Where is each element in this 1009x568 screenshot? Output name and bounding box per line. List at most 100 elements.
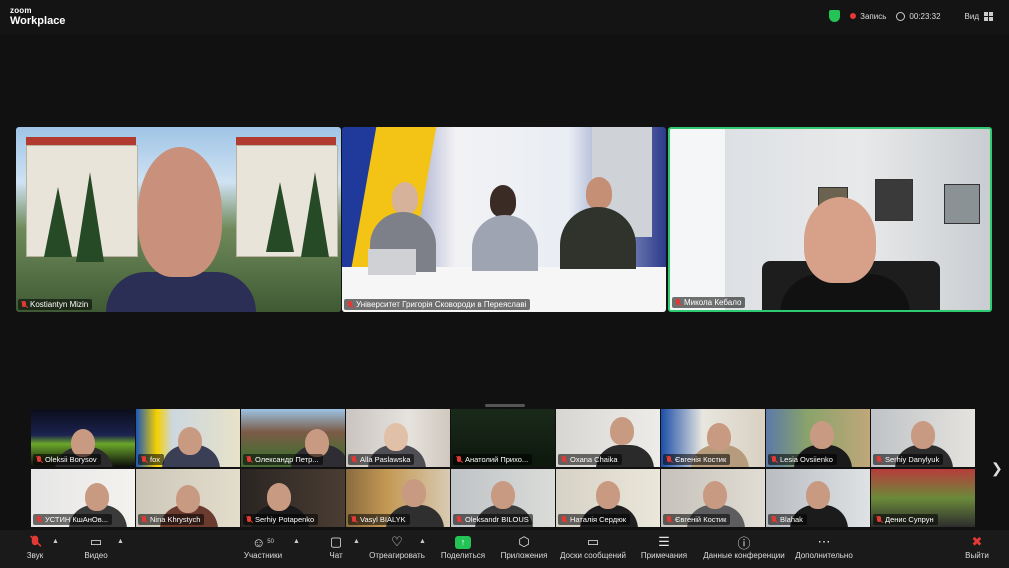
video-tile[interactable]: Vasyl BIALYK — [346, 469, 450, 527]
name-label: Vasyl BIALYK — [348, 514, 410, 525]
video-tile[interactable]: Денис Супрун — [871, 469, 975, 527]
video-tile[interactable]: Анатолий Прихо... — [451, 409, 555, 467]
chat-options-chevron-icon[interactable]: ▲ — [353, 538, 360, 545]
mic-muted-icon — [675, 298, 681, 307]
video-tile[interactable]: Євгенія Костик — [661, 409, 765, 467]
mic-muted-icon — [36, 515, 42, 524]
recording-dot-icon — [850, 13, 857, 19]
logo-line2: Workplace — [10, 15, 66, 27]
participants-options-chevron-icon[interactable]: ▲ — [293, 538, 300, 545]
mic-muted-icon — [666, 455, 672, 464]
participants-button[interactable]: ☺ 50 Участники — [240, 533, 286, 561]
view-label: Вид — [964, 11, 979, 21]
name-label: Євгеній Костик — [663, 514, 731, 525]
notes-icon: ☰ — [658, 534, 670, 549]
video-tile-active-speaker[interactable]: Микола Кебало — [668, 127, 992, 312]
mic-muted-icon — [351, 455, 357, 464]
name-label: Alla Paslawska — [348, 454, 415, 465]
video-tile[interactable]: Євгеній Костик — [661, 469, 765, 527]
recording-indicator[interactable]: Запись — [850, 12, 886, 21]
video-tile-speaker-1[interactable]: Kostiantyn Mizin — [16, 127, 341, 312]
video-tile[interactable]: Наталія Сердюк — [556, 469, 660, 527]
view-button[interactable]: Вид — [964, 11, 993, 21]
video-options-chevron-icon[interactable]: ▲ — [117, 538, 124, 545]
video-tile[interactable]: Blahak — [766, 469, 870, 527]
mic-muted-icon — [347, 300, 353, 309]
name-label: Oleksandr BILOUS — [453, 514, 533, 525]
mic-muted-icon — [561, 515, 567, 524]
heart-icon: ♡ — [391, 534, 403, 549]
video-tile[interactable]: Alla Paslawska — [346, 409, 450, 467]
name-label: Lesia Ovsiienko — [768, 454, 837, 465]
zoom-workplace-logo: zoom Workplace — [10, 6, 66, 27]
name-label: Університет Григорія Сковороди в Переясл… — [344, 299, 531, 310]
mic-muted-icon — [246, 455, 252, 464]
mic-muted-icon — [21, 300, 27, 309]
name-label: Blahak — [768, 514, 807, 525]
meeting-info-button[interactable]: ⓘ Данные конференции — [702, 533, 786, 561]
name-label: Євгенія Костик — [663, 454, 731, 465]
grid-icon — [984, 11, 993, 21]
meeting-toolbar: Звук ▲ ▭ Видео ▲ ☺ 50 Участники ▲ ▢ Чат ▲… — [0, 530, 1009, 568]
name-label: fox — [138, 454, 165, 465]
video-tile-speaker-2[interactable]: Університет Григорія Сковороди в Переясл… — [342, 127, 666, 312]
meeting-timer: 00:23:32 — [896, 11, 941, 21]
apps-icon: ⬡ — [518, 534, 530, 549]
mic-muted-icon — [141, 455, 147, 464]
gallery-resize-handle[interactable] — [485, 404, 525, 407]
react-button[interactable]: ♡ Отреагировать — [369, 533, 425, 560]
audio-button[interactable]: Звук — [22, 533, 48, 560]
name-label: Олександр Петр... — [243, 454, 323, 465]
name-label: Serhiy Potapenko — [243, 514, 319, 525]
whiteboards-button[interactable]: ▭ Доски сообщений — [558, 533, 628, 560]
mic-muted-icon — [246, 515, 252, 524]
video-tile[interactable]: УСТИН КшАнОв... — [31, 469, 135, 527]
video-tile[interactable]: Serhiy Potapenko — [241, 469, 345, 527]
chat-button[interactable]: ▢ Чат — [325, 533, 347, 560]
timer-value: 00:23:32 — [909, 11, 941, 21]
name-label: УСТИН КшАнОв... — [33, 514, 113, 525]
notes-button[interactable]: ☰ Примечания — [640, 533, 688, 560]
react-options-chevron-icon[interactable]: ▲ — [419, 538, 426, 545]
video-tile[interactable]: fox — [136, 409, 240, 467]
video-tile[interactable]: Oxana Chaika — [556, 409, 660, 467]
name-label: Nina Khrystych — [138, 514, 205, 525]
leave-icon: ✖ — [971, 534, 983, 549]
video-tile[interactable]: Lesia Ovsiienko — [766, 409, 870, 467]
name-label: Микола Кебало — [672, 297, 746, 308]
mic-muted-icon — [141, 515, 147, 524]
mic-muted-icon — [36, 455, 42, 464]
more-button[interactable]: ⋯ Дополнительно — [795, 533, 853, 560]
name-label: Анатолий Прихо... — [453, 454, 533, 465]
mic-muted-icon — [351, 515, 357, 524]
whiteboard-icon: ▭ — [586, 534, 600, 549]
mic-muted-icon — [31, 533, 39, 551]
name-label: Oleksii Borysov — [33, 454, 101, 465]
video-camera-icon: ▭ — [89, 534, 103, 549]
mic-muted-icon — [876, 455, 882, 464]
gallery-strip: Oleksii Borysov fox Олександр Петр... Al… — [31, 409, 978, 527]
leave-button[interactable]: ✖ Выйти — [964, 533, 990, 560]
video-button[interactable]: ▭ Видео — [80, 533, 112, 560]
more-icon: ⋯ — [817, 534, 831, 549]
info-icon: ⓘ — [737, 535, 751, 551]
mic-muted-icon — [456, 455, 462, 464]
video-tile[interactable]: Oleksii Borysov — [31, 409, 135, 467]
video-tile[interactable]: Serhiy Danylyuk — [871, 409, 975, 467]
video-tile[interactable]: Nina Khrystych — [136, 469, 240, 527]
mic-muted-icon — [666, 515, 672, 524]
encryption-shield-icon[interactable] — [829, 10, 841, 22]
participants-count: 50 — [267, 539, 274, 545]
recording-label: Запись — [860, 11, 887, 21]
video-tile[interactable]: Олександр Петр... — [241, 409, 345, 467]
video-tile[interactable]: Oleksandr BILOUS — [451, 469, 555, 527]
name-label: Наталія Сердюк — [558, 514, 631, 525]
mic-muted-icon — [561, 455, 567, 464]
share-button[interactable]: ↑ Поделиться — [440, 533, 486, 560]
top-bar: zoom Workplace Запись 00:23:32 Вид — [0, 0, 1009, 34]
gallery-next-arrow-icon[interactable]: ❯ — [991, 460, 1003, 477]
mic-muted-icon — [771, 515, 777, 524]
apps-button[interactable]: ⬡ Приложения — [499, 533, 549, 560]
participants-icon: ☺ — [252, 534, 266, 550]
audio-options-chevron-icon[interactable]: ▲ — [52, 538, 59, 545]
